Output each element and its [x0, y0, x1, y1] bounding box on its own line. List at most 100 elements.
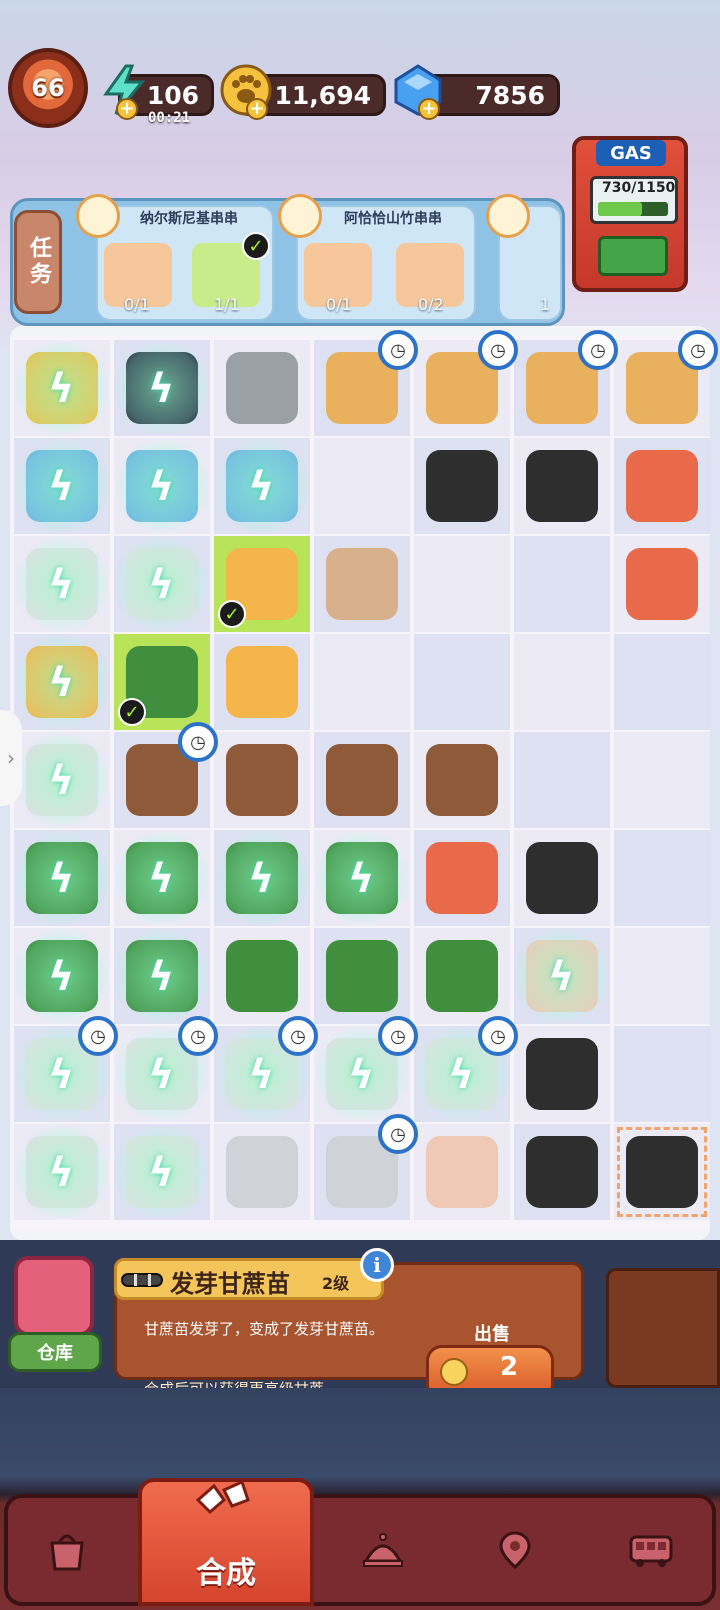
- board-item[interactable]: [526, 1038, 598, 1110]
- board-item[interactable]: [526, 842, 598, 914]
- board-cell[interactable]: ϟ ◷: [414, 1016, 518, 1122]
- board-cell[interactable]: ϟ: [14, 928, 110, 1024]
- warehouse-button[interactable]: 仓库: [8, 1256, 102, 1380]
- add-energy-button[interactable]: +: [116, 98, 138, 120]
- board-item[interactable]: [226, 940, 298, 1012]
- board-cell[interactable]: ϟ ◷: [214, 1016, 318, 1122]
- board-item[interactable]: [526, 450, 598, 522]
- board-cell[interactable]: [614, 634, 710, 730]
- board-cell[interactable]: ϟ: [114, 1124, 210, 1220]
- nav-bus-button[interactable]: [606, 1510, 696, 1590]
- board-cell[interactable]: [614, 830, 710, 926]
- order-item-count: 0/1: [124, 295, 150, 314]
- board-cell[interactable]: [214, 634, 310, 730]
- board-cell[interactable]: ϟ: [314, 830, 410, 926]
- player-level-badge[interactable]: 66: [8, 48, 88, 128]
- board-cell[interactable]: ϟ: [214, 830, 310, 926]
- board-item[interactable]: [526, 1136, 598, 1208]
- board-cell[interactable]: [314, 634, 410, 730]
- board-cell[interactable]: [214, 340, 310, 436]
- board-cell[interactable]: ϟ: [514, 928, 610, 1024]
- board-cell[interactable]: ✓: [114, 634, 210, 730]
- cash-icon[interactable]: [598, 236, 668, 276]
- board-cell[interactable]: [214, 928, 310, 1024]
- board-cell[interactable]: [414, 830, 510, 926]
- board-cell[interactable]: [514, 634, 610, 730]
- board-cell[interactable]: ϟ ◷: [14, 1016, 118, 1122]
- order-customer-avatar: [76, 194, 120, 238]
- board-cell[interactable]: ϟ: [114, 830, 210, 926]
- board-item[interactable]: [626, 1136, 698, 1208]
- board-cell[interactable]: [514, 1026, 610, 1122]
- board-item[interactable]: [326, 940, 398, 1012]
- board-cell[interactable]: ✓: [214, 536, 310, 632]
- board-item[interactable]: [226, 646, 298, 718]
- board-cell[interactable]: [314, 536, 410, 632]
- tasks-tab[interactable]: 任务: [14, 210, 62, 314]
- board-cell[interactable]: [614, 1026, 710, 1122]
- board-cell[interactable]: [514, 830, 610, 926]
- board-cell[interactable]: ϟ: [14, 536, 110, 632]
- board-item[interactable]: [226, 1136, 298, 1208]
- board-item[interactable]: [326, 744, 398, 816]
- board-cell[interactable]: [214, 732, 310, 828]
- board-cell[interactable]: [614, 1124, 710, 1220]
- board-cell[interactable]: ϟ ◷: [314, 1016, 418, 1122]
- board-cell[interactable]: ◷: [514, 330, 618, 436]
- board-cell[interactable]: [314, 732, 410, 828]
- board-cell[interactable]: ϟ: [14, 634, 110, 730]
- board-item[interactable]: [426, 450, 498, 522]
- add-paw-coins-button[interactable]: +: [246, 98, 268, 120]
- board-cell[interactable]: [414, 536, 510, 632]
- board-cell[interactable]: [414, 634, 510, 730]
- board-cell[interactable]: [614, 536, 710, 632]
- board-cell[interactable]: ϟ: [114, 536, 210, 632]
- board-cell[interactable]: ϟ: [214, 438, 310, 534]
- board-item[interactable]: [426, 940, 498, 1012]
- board-cell[interactable]: ◷: [314, 1114, 418, 1220]
- board-cell[interactable]: ◷: [614, 330, 718, 436]
- order-title: 纳尔斯尼基串串: [140, 211, 238, 227]
- side-drawer-handle[interactable]: ›: [0, 710, 22, 806]
- board-cell[interactable]: [614, 438, 710, 534]
- board-cell[interactable]: [414, 1124, 510, 1220]
- board-cell[interactable]: ϟ: [14, 340, 110, 436]
- board-cell[interactable]: [514, 438, 610, 534]
- board-item[interactable]: [626, 450, 698, 522]
- board-cell[interactable]: ϟ: [114, 340, 210, 436]
- board-cell[interactable]: [314, 438, 410, 534]
- board-cell[interactable]: ϟ: [14, 830, 110, 926]
- board-cell[interactable]: [514, 536, 610, 632]
- showcase-button[interactable]: [606, 1268, 720, 1388]
- nav-restaurant-button[interactable]: [338, 1510, 428, 1590]
- board-item[interactable]: [426, 744, 498, 816]
- add-gems-button[interactable]: +: [418, 98, 440, 120]
- board-cell[interactable]: ϟ: [14, 1124, 110, 1220]
- board-cell[interactable]: [514, 732, 610, 828]
- board-cell[interactable]: ϟ ◷: [114, 1016, 218, 1122]
- board-cell[interactable]: ◷: [414, 330, 518, 436]
- info-button[interactable]: i: [360, 1248, 394, 1282]
- board-cell[interactable]: [414, 928, 510, 1024]
- board-cell[interactable]: ◷: [114, 722, 218, 828]
- board-cell[interactable]: [314, 928, 410, 1024]
- board-item[interactable]: [426, 1136, 498, 1208]
- nav-shop-button[interactable]: [22, 1510, 112, 1590]
- board-cell[interactable]: [614, 928, 710, 1024]
- board-item[interactable]: [426, 842, 498, 914]
- board-cell[interactable]: ◷: [314, 330, 418, 436]
- board-cell[interactable]: [514, 1124, 610, 1220]
- board-cell[interactable]: [414, 438, 510, 534]
- board-item[interactable]: [626, 548, 698, 620]
- board-cell[interactable]: ϟ: [14, 732, 110, 828]
- board-cell[interactable]: [414, 732, 510, 828]
- board-cell[interactable]: [214, 1124, 310, 1220]
- nav-map-button[interactable]: [470, 1510, 560, 1590]
- board-cell[interactable]: [614, 732, 710, 828]
- board-item[interactable]: [326, 548, 398, 620]
- board-cell[interactable]: ϟ: [14, 438, 110, 534]
- board-cell[interactable]: ϟ: [114, 928, 210, 1024]
- board-item[interactable]: [226, 744, 298, 816]
- board-item[interactable]: [226, 352, 298, 424]
- board-cell[interactable]: ϟ: [114, 438, 210, 534]
